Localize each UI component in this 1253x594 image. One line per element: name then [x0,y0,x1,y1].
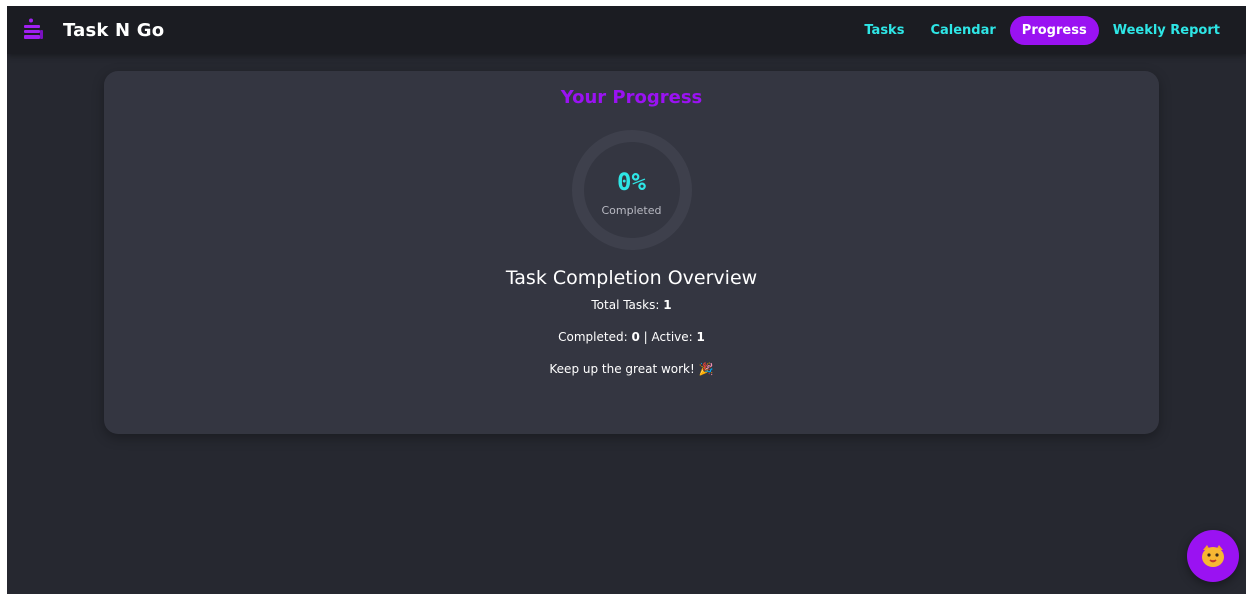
completed-count-value: 0 [631,330,640,344]
app-title: Task N Go [63,19,165,41]
assistant-button[interactable] [1187,530,1239,582]
stat-separator: | [643,330,648,344]
percent-value: 0% [617,167,646,196]
progress-title: Your Progress [560,87,703,108]
total-tasks-line: Total Tasks: 1 [104,298,1159,312]
total-tasks-label: Total Tasks: [591,298,660,312]
nav-weekly-report[interactable]: Weekly Report [1101,16,1232,45]
completed-active-line: Completed: 0 | Active: 1 [104,330,1159,344]
nav-progress[interactable]: Progress [1009,15,1099,45]
progress-ring-center: 0% Completed [570,128,694,252]
encouragement-text: Keep up the great work! 🎉 [549,362,714,376]
total-tasks-value: 1 [663,298,672,312]
progress-card: Your Progress 0% Completed Task Completi… [104,71,1159,434]
brand[interactable]: Task N Go [21,18,164,42]
inbox-tray-icon [24,18,43,39]
progress-ring: 0% Completed [570,128,694,252]
cat-face-icon [1202,545,1224,567]
app-viewport: Task N Go Tasks Calendar Progress Weekly… [7,6,1246,594]
nav-links: Tasks Calendar Progress Weekly Report [850,15,1232,45]
nav-tasks[interactable]: Tasks [852,16,916,45]
navbar: Task N Go Tasks Calendar Progress Weekly… [7,6,1246,54]
completed-label: Completed [601,203,662,217]
completed-count-label: Completed: [558,330,628,344]
active-count-label: Active: [651,330,693,344]
overview-title: Task Completion Overview [505,267,758,289]
nav-calendar[interactable]: Calendar [918,16,1007,45]
active-count-value: 1 [696,330,705,344]
